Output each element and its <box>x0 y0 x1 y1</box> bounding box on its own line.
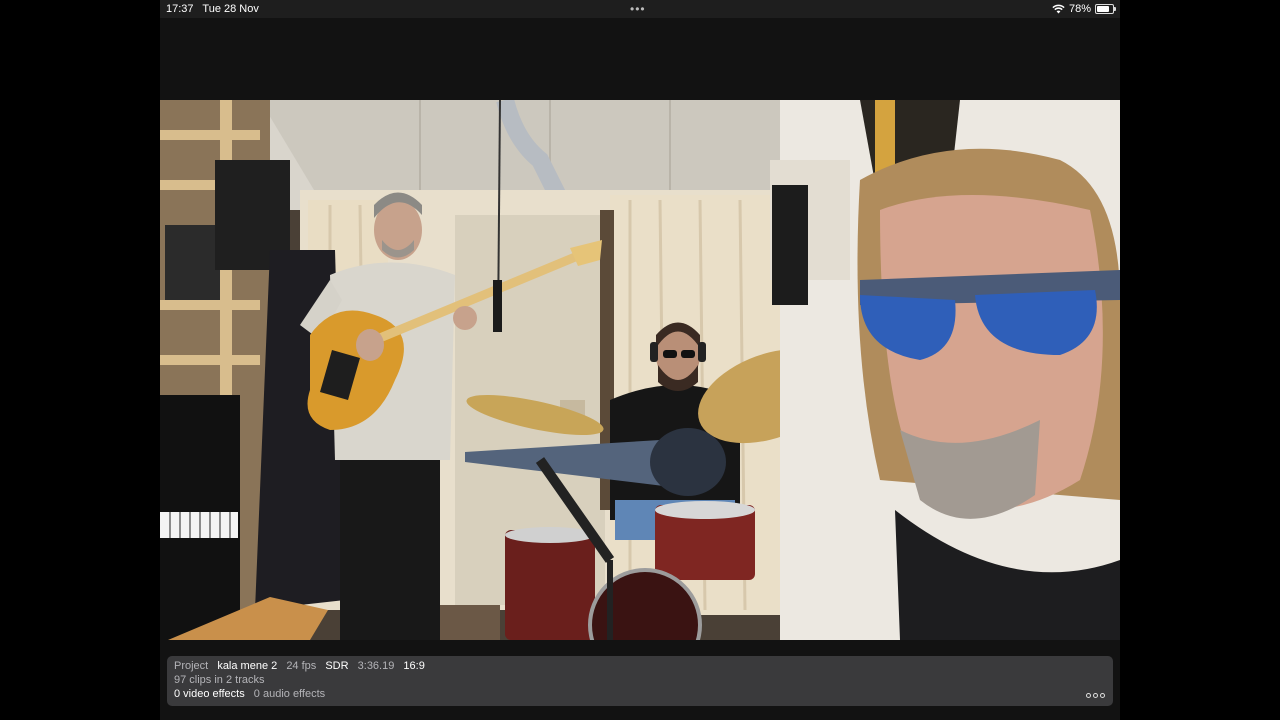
battery-level <box>1097 6 1109 12</box>
project-name: kala mene 2 <box>217 660 278 672</box>
battery-icon <box>1095 4 1116 14</box>
piano-keys <box>160 512 238 538</box>
speaker <box>165 225 220 300</box>
dynamic-range: SDR <box>325 660 349 672</box>
more-options-icon[interactable] <box>1086 693 1105 698</box>
duration: 3:36.19 <box>357 660 395 672</box>
status-left: 17:37 Tue 28 Nov <box>166 0 265 18</box>
stick-bag <box>772 185 808 305</box>
video-viewer[interactable] <box>160 100 1120 640</box>
wifi-icon <box>1052 4 1065 14</box>
project-summary-row: Project kala mene 2 24 fps SDR 3:36.19 1… <box>174 659 1106 673</box>
status-right: 78% <box>1052 0 1116 18</box>
multitask-dots-icon[interactable]: ••• <box>630 0 646 18</box>
project-info-panel[interactable]: Project kala mene 2 24 fps SDR 3:36.19 1… <box>167 656 1113 706</box>
frame-rate: 24 fps <box>286 660 317 672</box>
project-label: Project <box>174 660 209 672</box>
video-effects-count: 0 video effects <box>174 688 245 700</box>
video-frame <box>160 100 1120 640</box>
aspect-ratio: 16:9 <box>403 660 425 672</box>
status-bar: 17:37 Tue 28 Nov ••• 78% <box>160 0 1120 18</box>
status-time: 17:37 <box>166 3 194 15</box>
audio-effects-count: 0 audio effects <box>253 688 326 700</box>
effects-row: 0 video effects 0 audio effects <box>174 687 1106 701</box>
battery-percent: 78% <box>1068 3 1091 15</box>
app-window: 17:37 Tue 28 Nov ••• 78% Project kala me… <box>160 0 1120 720</box>
status-date: Tue 28 Nov <box>202 3 259 15</box>
clips-count: 97 clips in 2 tracks <box>174 674 265 686</box>
